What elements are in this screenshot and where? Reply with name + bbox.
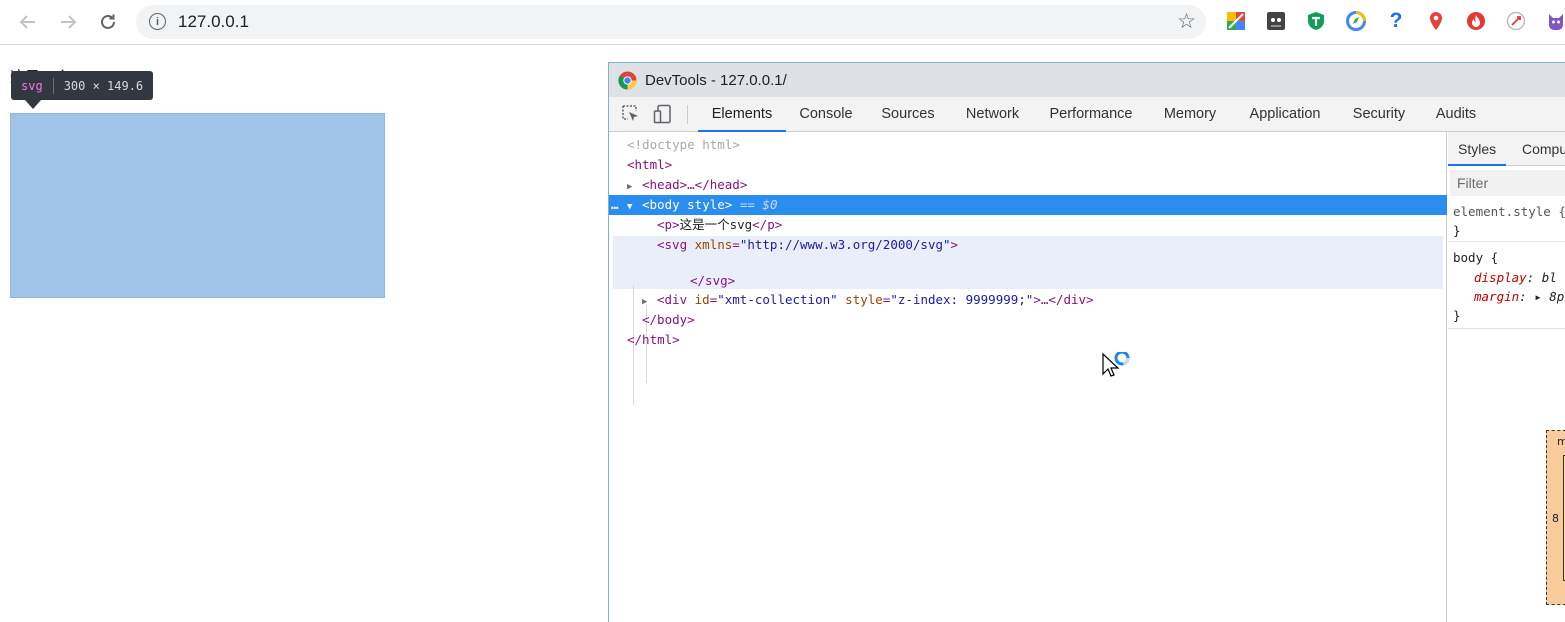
element-style-close: } — [1453, 223, 1461, 238]
dom-node-html[interactable]: <html> — [609, 155, 1447, 175]
dom-node-svg[interactable]: <svg xmlns="http://www.w3.org/2000/svg"> — [609, 235, 1447, 255]
tab-elements[interactable]: Elements — [698, 97, 786, 132]
collapse-triangle-icon[interactable]: ▼ — [627, 197, 642, 217]
svg-attr-name: xmlns — [694, 237, 733, 252]
palette-extension-icon[interactable] — [1225, 10, 1247, 32]
tab-sources[interactable]: Sources — [873, 97, 943, 132]
dom-node-body-selected[interactable]: … ▼ <body style> == $0 — [609, 195, 1447, 215]
box-model-diagram[interactable]: m 8 — [1546, 430, 1565, 605]
element-style-selector: element.style { — [1453, 204, 1565, 219]
svg-open-tag: <svg — [657, 237, 695, 252]
body-close-tag: </body> — [642, 312, 695, 327]
body-rule-close: } — [1453, 308, 1461, 323]
bookmark-star-icon[interactable]: ☆ — [1177, 9, 1196, 34]
svg-element-highlight[interactable] — [10, 113, 385, 298]
ghost-extension-icon[interactable] — [1265, 10, 1287, 32]
div-attr-style-value: "z-index: 9999999;" — [890, 292, 1034, 307]
tab-memory[interactable]: Memory — [1154, 97, 1226, 132]
elements-dom-tree: <!doctype html> <html> ▶ <head>…</head> …… — [609, 132, 1447, 622]
p-open-tag: <p> — [657, 217, 680, 232]
css-property-display[interactable]: display: bl — [1474, 270, 1557, 285]
device-toolbar-icon[interactable] — [653, 104, 673, 124]
tooltip-separator — [52, 77, 54, 94]
dom-node-head[interactable]: ▶ <head>…</head> — [609, 175, 1447, 195]
body-rule-selector: body { — [1453, 250, 1499, 265]
svg-close-tag: </svg> — [690, 273, 736, 288]
html-open-tag: <html> — [627, 157, 673, 172]
dom-node-div[interactable]: ▶ <div id="xmt-collection" style="z-index… — [609, 290, 1447, 310]
selected-node-marker: == $0 — [732, 197, 778, 212]
rocket-extension-icon[interactable] — [1505, 10, 1527, 32]
tab-security[interactable]: Security — [1344, 97, 1414, 132]
expand-triangle-icon[interactable]: ▶ — [642, 292, 657, 312]
tab-console[interactable]: Console — [791, 97, 861, 132]
help-extension-icon[interactable]: ? — [1385, 9, 1407, 32]
screen: i 127.0.0.1 ☆ ? svg 300 × 149.6 DevTools… — [0, 0, 1565, 622]
css-prop-name: margin — [1474, 289, 1520, 304]
dom-node-svg-close[interactable]: </svg> — [609, 271, 1447, 291]
div-close-tag: >…</div> — [1033, 292, 1094, 307]
site-info-icon[interactable]: i — [149, 13, 166, 30]
dom-node-doctype[interactable]: <!doctype html> — [609, 135, 1447, 155]
fire-extension-icon[interactable] — [1465, 10, 1487, 32]
css-property-margin[interactable]: margin: ▸ 8p — [1474, 289, 1564, 304]
body-open-tag: <body style> — [642, 197, 733, 212]
css-prop-name: display — [1474, 270, 1527, 285]
svg-open-tag-end: > — [950, 237, 959, 252]
styles-filter-input[interactable]: Filter — [1450, 170, 1565, 196]
tooltip-dimensions: 300 × 149.6 — [63, 78, 144, 93]
shield-extension-icon[interactable] — [1305, 10, 1327, 32]
reload-icon[interactable] — [94, 8, 122, 36]
p-close-tag: </p> — [752, 217, 783, 232]
html-close-tag: </html> — [627, 332, 680, 347]
tab-application[interactable]: Application — [1238, 97, 1332, 132]
tooltip-tag-name: svg — [21, 78, 43, 93]
dom-node-html-close[interactable]: </html> — [609, 330, 1447, 350]
div-attr-id: id — [694, 292, 710, 307]
map-pin-extension-icon[interactable] — [1425, 10, 1447, 32]
box-model-margin-value: 8 — [1552, 512, 1559, 525]
toolbar-divider — [687, 105, 688, 124]
chrome-logo-icon — [618, 71, 637, 90]
avatar-extension-icon[interactable] — [1545, 10, 1565, 32]
address-url[interactable]: 127.0.0.1 — [178, 12, 249, 32]
back-arrow-icon[interactable] — [14, 8, 42, 36]
devtools-window: DevTools - 127.0.0.1/ Elements Console S… — [608, 62, 1565, 622]
div-attr-id-value: "xmt-collection" — [717, 292, 838, 307]
head-tag: <head>…</head> — [642, 177, 748, 192]
styles-pane: Styles Compu Filter element.style { } bo… — [1448, 132, 1565, 622]
element-style-rule[interactable]: element.style { — [1453, 204, 1565, 219]
tab-performance[interactable]: Performance — [1041, 97, 1141, 132]
inspect-element-icon[interactable] — [621, 104, 641, 124]
doctype-text: <!doctype html> — [627, 137, 740, 152]
css-prop-value: : ▸ 8p — [1519, 289, 1565, 304]
tooltip-arrow — [25, 100, 41, 109]
p-text-node: 这是一个svg — [679, 217, 753, 232]
devtools-titlebar: DevTools - 127.0.0.1/ — [609, 63, 1565, 97]
tab-network[interactable]: Network — [955, 97, 1030, 132]
rule-divider — [1448, 241, 1565, 242]
css-prop-value: : bl — [1526, 270, 1557, 285]
div-attr-style: style — [837, 292, 883, 307]
expand-triangle-icon[interactable]: ▶ — [627, 177, 642, 197]
browser-toolbar: i 127.0.0.1 ☆ ? — [0, 0, 1565, 45]
dom-node-p[interactable]: <p>这是一个svg</p> — [609, 215, 1447, 235]
div-open-tag: <div — [657, 292, 695, 307]
forward-arrow-icon[interactable] — [54, 8, 82, 36]
busy-cursor-icon — [1102, 352, 1130, 377]
address-bar[interactable]: i 127.0.0.1 ☆ — [136, 5, 1206, 39]
rule-divider — [1448, 328, 1565, 329]
node-menu-ellipsis[interactable]: … — [611, 195, 627, 215]
devtools-title: DevTools - 127.0.0.1/ — [645, 72, 787, 89]
tab-computed[interactable]: Compu — [1522, 132, 1565, 166]
compass-extension-icon[interactable] — [1345, 10, 1367, 32]
devtools-tabbar: Elements Console Sources Network Perform… — [609, 97, 1565, 132]
box-model-label: m — [1557, 435, 1565, 448]
tab-styles[interactable]: Styles — [1448, 132, 1507, 166]
element-inspect-tooltip: svg 300 × 149.6 — [11, 71, 154, 100]
svg-attr-value: "http://www.w3.org/2000/svg" — [739, 237, 951, 252]
tab-audits[interactable]: Audits — [1425, 97, 1487, 132]
dom-node-body-close[interactable]: </body> — [609, 310, 1447, 330]
styles-tabbar: Styles Compu — [1448, 132, 1565, 166]
